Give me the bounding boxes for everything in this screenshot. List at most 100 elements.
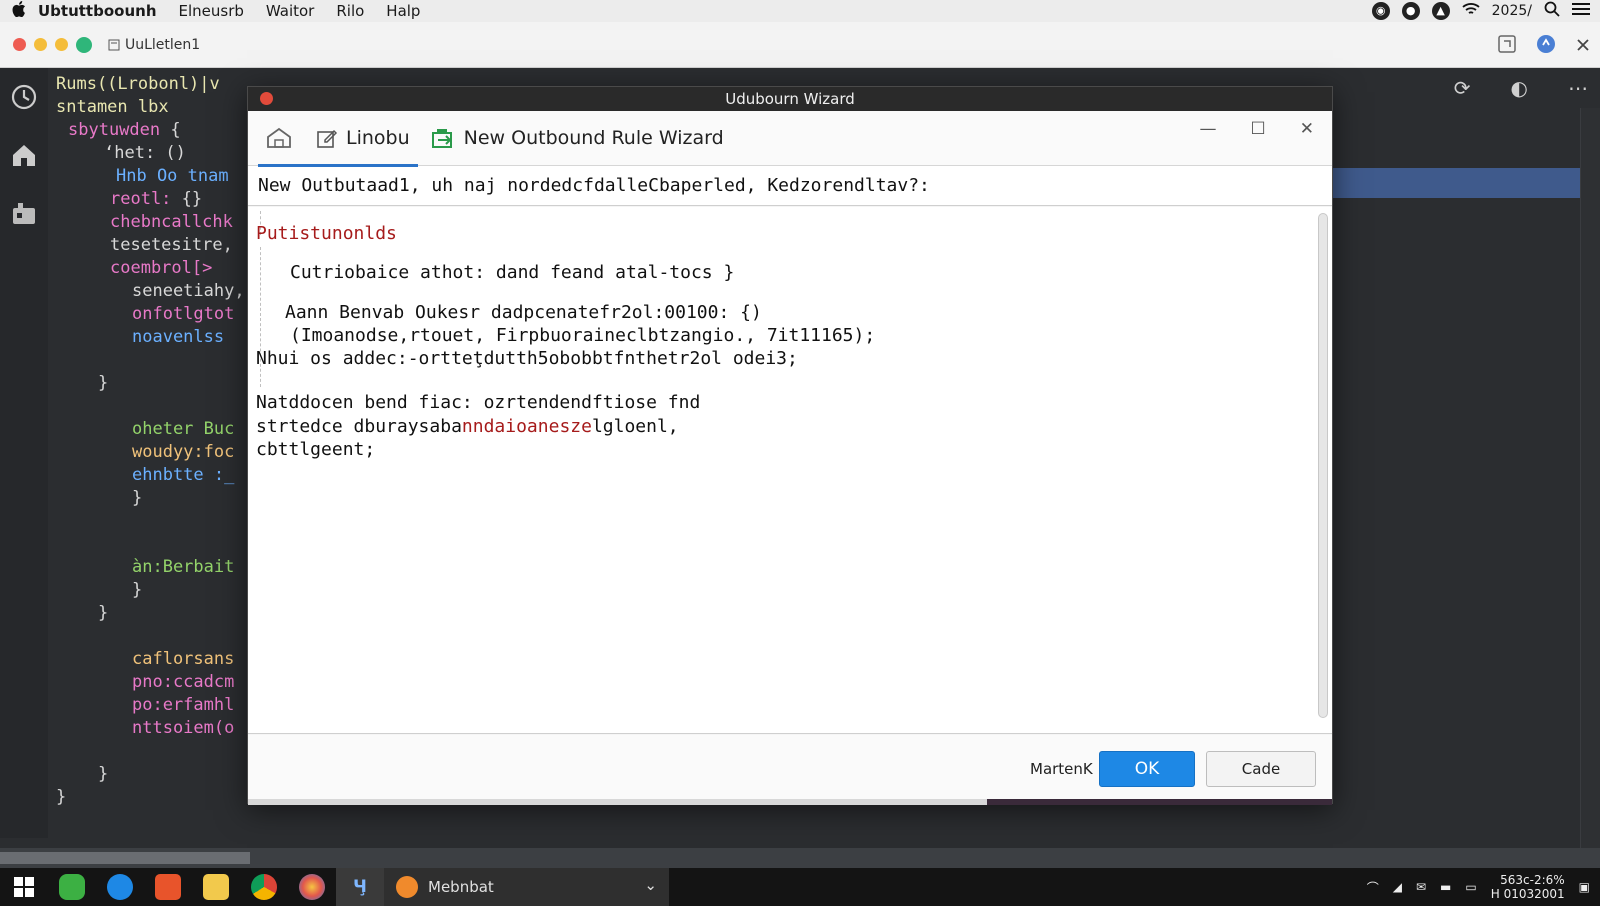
menu-item-window[interactable]: Waitor bbox=[266, 2, 314, 20]
menu-app-name[interactable]: Ubtuttboounh bbox=[38, 2, 157, 20]
maximize-icon[interactable]: ☐ bbox=[1251, 119, 1266, 139]
start-button[interactable] bbox=[0, 868, 48, 906]
volume-icon[interactable]: ◢ bbox=[1393, 880, 1402, 894]
chevron-down-icon[interactable]: ⌄ bbox=[644, 876, 657, 894]
home-icon[interactable] bbox=[0, 126, 48, 184]
dialog-close-button[interactable] bbox=[260, 92, 273, 105]
bell-icon[interactable]: ▲ bbox=[1431, 2, 1450, 20]
code-line[interactable]: ehnbtte :_ bbox=[48, 465, 245, 488]
split-view-icon[interactable] bbox=[1498, 35, 1516, 57]
menu-icon[interactable] bbox=[1572, 2, 1590, 20]
debug-icon[interactable]: ◐ bbox=[1511, 76, 1528, 100]
menu-item-file[interactable]: Rilo bbox=[336, 2, 364, 20]
ok-button[interactable]: OK bbox=[1099, 751, 1195, 787]
close-icon[interactable] bbox=[1576, 37, 1590, 56]
account-icon[interactable] bbox=[1536, 34, 1556, 58]
code-line[interactable] bbox=[48, 626, 245, 649]
battery-icon[interactable]: ▬ bbox=[1440, 880, 1451, 894]
tab-new-outbound-rule[interactable]: New Outbound Rule Wizard bbox=[422, 111, 732, 166]
taskbar-app-paint[interactable] bbox=[288, 868, 336, 906]
code-line[interactable]: chebncallchk bbox=[48, 212, 245, 235]
code-token: sbytuwden bbox=[68, 120, 171, 140]
code-line[interactable]: sntamen lbx bbox=[48, 97, 245, 120]
minimize-window-button[interactable] bbox=[34, 38, 47, 51]
code-line[interactable]: Hnb Oo tnam bbox=[48, 166, 245, 189]
code-line[interactable]: } bbox=[48, 787, 245, 810]
code-token: noavenlss bbox=[132, 327, 225, 347]
notification-icon[interactable]: ▣ bbox=[1579, 880, 1590, 894]
code-line[interactable]: nttsoiem(o bbox=[48, 718, 245, 741]
menu-item-help[interactable]: Halp bbox=[386, 2, 420, 20]
code-line[interactable] bbox=[48, 741, 245, 764]
code-line[interactable]: àn:Berbait bbox=[48, 557, 245, 580]
code-line[interactable]: coembrol[> bbox=[48, 258, 245, 281]
taskbar-active-window[interactable]: Mebnbat ⌄ bbox=[384, 868, 669, 906]
code-line[interactable]: onfotlgtot bbox=[48, 304, 245, 327]
taskbar-app-edge[interactable] bbox=[96, 868, 144, 906]
code-token: caflorsans bbox=[132, 649, 235, 669]
taskbar-app-chat[interactable] bbox=[48, 868, 96, 906]
apple-icon[interactable] bbox=[0, 1, 38, 21]
minimize-icon[interactable]: — bbox=[1200, 119, 1217, 139]
code-line[interactable]: reotl: {} bbox=[48, 189, 245, 212]
code-line[interactable]: sbytuwden { bbox=[48, 120, 245, 143]
dialog-content-area[interactable]: Putistunonlds Cutriobaice athot: dand fe… bbox=[248, 207, 1332, 734]
more-icon[interactable]: ⋯ bbox=[1568, 76, 1588, 100]
code-token: } bbox=[56, 787, 67, 807]
code-line[interactable]: } bbox=[48, 488, 245, 511]
footer-label: MartenK bbox=[1030, 760, 1093, 778]
taskbar-app-editor[interactable]: Ч̧ bbox=[336, 868, 384, 906]
code-line[interactable]: woudyy:foc bbox=[48, 442, 245, 465]
taskbar-app-files[interactable] bbox=[192, 868, 240, 906]
code-token: tesetesitre, bbox=[110, 235, 233, 255]
code-line[interactable]: } bbox=[48, 603, 245, 626]
code-line[interactable]: tesetesitre, bbox=[48, 235, 245, 258]
folder-icon bbox=[203, 874, 229, 900]
taskbar-app-chrome[interactable] bbox=[240, 868, 288, 906]
network-icon[interactable]: ⌒ bbox=[1367, 879, 1379, 896]
code-line[interactable]: Rums((Lrobonl)|v bbox=[48, 74, 245, 97]
code-line[interactable]: oheter Buc bbox=[48, 419, 245, 442]
code-line[interactable]: ʻhet: () bbox=[48, 143, 245, 166]
wifi-icon[interactable] bbox=[1462, 2, 1480, 20]
keyboard-icon[interactable]: ▭ bbox=[1465, 880, 1476, 894]
code-line[interactable] bbox=[48, 350, 245, 373]
cancel-button[interactable]: Cade bbox=[1206, 751, 1316, 787]
close-icon[interactable]: ✕ bbox=[1300, 119, 1314, 139]
refresh-icon[interactable]: ⟳ bbox=[1454, 76, 1471, 100]
tab-home[interactable] bbox=[258, 111, 308, 167]
code-line[interactable] bbox=[48, 396, 245, 419]
dialog-title: Udubourn Wizard bbox=[725, 90, 855, 108]
menu-item-edit[interactable]: Elneusrb bbox=[179, 2, 244, 20]
code-line[interactable]: noavenlss bbox=[48, 327, 245, 350]
dialog-scrollbar[interactable] bbox=[1318, 213, 1328, 718]
code-line[interactable]: seneetiahy, bbox=[48, 281, 245, 304]
chat-icon[interactable]: ● bbox=[1401, 2, 1420, 20]
code-line[interactable]: } bbox=[48, 764, 245, 787]
code-token: seneetiahy, bbox=[132, 281, 245, 301]
code-line[interactable]: pno:ccadcm bbox=[48, 672, 245, 695]
horizontal-scrollbar[interactable] bbox=[0, 852, 250, 864]
code-line[interactable] bbox=[48, 534, 245, 557]
menubar-clock[interactable]: 2025/ bbox=[1492, 3, 1532, 19]
zoom-window-button[interactable] bbox=[55, 38, 68, 51]
code-line[interactable]: } bbox=[48, 580, 245, 603]
close-window-button[interactable] bbox=[13, 38, 26, 51]
taskbar-app-presentation[interactable] bbox=[144, 868, 192, 906]
status-bar bbox=[0, 848, 1600, 868]
editor-vertical-scrollbar[interactable] bbox=[1580, 108, 1600, 848]
code-line[interactable]: po:erfamhl bbox=[48, 695, 245, 718]
tab-linobu[interactable]: Linobu bbox=[308, 111, 418, 167]
code-line[interactable]: } bbox=[48, 373, 245, 396]
extensions-icon[interactable] bbox=[0, 184, 48, 242]
shield-icon[interactable]: ◉ bbox=[1371, 2, 1390, 20]
dialog-footer: MartenK OK Cade bbox=[248, 735, 1332, 803]
search-icon[interactable] bbox=[1544, 1, 1560, 21]
code-line[interactable] bbox=[48, 511, 245, 534]
body-line: Nhui os addec:-ortteţdutth5obobbtfnthetr… bbox=[256, 348, 798, 369]
status-check-icon bbox=[76, 36, 92, 53]
code-line[interactable]: caflorsans bbox=[48, 649, 245, 672]
taskbar-clock[interactable]: 563c-2:6% H 01032001 bbox=[1491, 873, 1565, 901]
mail-icon[interactable]: ✉ bbox=[1416, 880, 1426, 894]
history-icon[interactable] bbox=[0, 68, 48, 126]
